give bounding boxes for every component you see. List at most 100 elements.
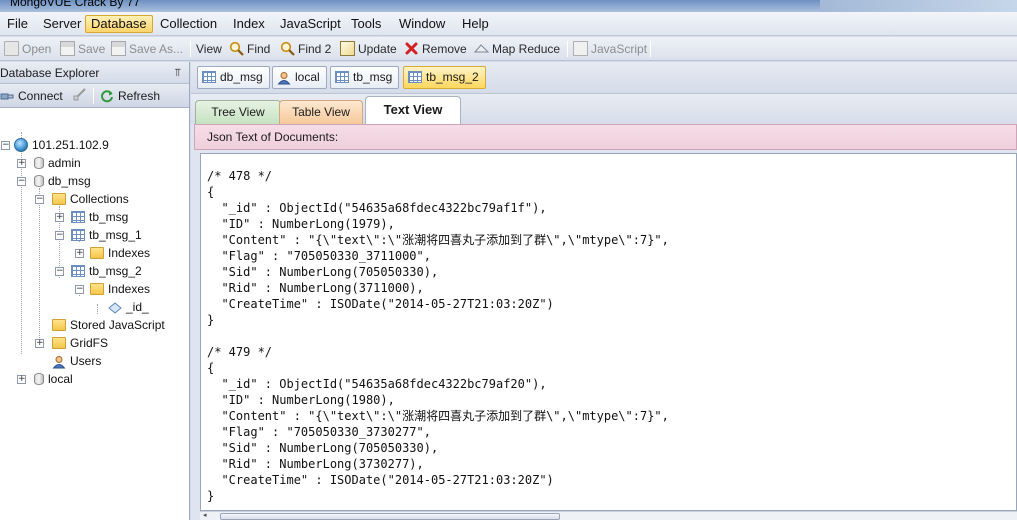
javascript-button[interactable]: JavaScript	[573, 39, 647, 59]
menu-bar: File Server Database Collection Index Ja…	[0, 12, 1017, 36]
code-line: "_id" : ObjectId("54635a68fdec4322bc79af…	[207, 377, 547, 391]
menu-help[interactable]: Help	[457, 15, 494, 33]
code-line: "ID" : NumberLong(1980),	[207, 393, 395, 407]
refresh-button[interactable]: Refresh	[100, 87, 160, 105]
database-icon	[34, 372, 44, 385]
server-globe-icon	[14, 137, 28, 152]
menu-file[interactable]: File	[2, 15, 33, 33]
tree-indexes-tb_msg_1[interactable]: Indexes	[90, 244, 150, 262]
save-as-icon	[111, 41, 126, 57]
tab-tb_msg[interactable]: tb_msg	[330, 66, 400, 89]
tree-line	[39, 188, 40, 348]
scrollbar-thumb[interactable]	[220, 513, 560, 520]
tree-db-local[interactable]: local	[34, 370, 73, 388]
expand-toggle[interactable]: −	[55, 231, 64, 240]
connect-button[interactable]: Connect	[0, 87, 63, 105]
code-line: "CreateTime" : ISODate("2014-05-27T21:03…	[207, 473, 554, 487]
expand-toggle[interactable]: +	[75, 249, 84, 258]
code-line: {	[207, 185, 215, 199]
remove-button[interactable]: Remove	[404, 39, 467, 59]
pin-icon[interactable]: ⫪	[175, 62, 181, 84]
collection-grid-icon	[71, 210, 85, 223]
tab-text-view[interactable]: Text View	[365, 96, 461, 124]
tree-stored-javascript[interactable]: Stored JavaScript	[52, 316, 165, 334]
map-reduce-icon	[473, 41, 490, 56]
save-button[interactable]: Save	[60, 39, 105, 59]
find2-button[interactable]: Find 2	[280, 39, 331, 59]
menu-javascript[interactable]: JavaScript	[275, 15, 346, 33]
expand-toggle[interactable]: +	[17, 375, 26, 384]
horizontal-scrollbar[interactable]: ◂	[200, 511, 1017, 520]
expand-toggle[interactable]: −	[17, 177, 26, 186]
magnifier-icon	[280, 41, 295, 57]
find-button[interactable]: Find	[229, 39, 270, 59]
explorer-tree: − 101.251.102.9 + admin − db_msg − Colle…	[0, 108, 189, 518]
menu-database[interactable]: Database	[85, 15, 153, 33]
edit-document-icon	[340, 41, 355, 57]
open-button[interactable]: Open	[4, 39, 51, 59]
menu-window[interactable]: Window	[394, 15, 450, 33]
menu-collection[interactable]: Collection	[155, 15, 222, 33]
view-tabs: Tree View Table View Text View	[191, 94, 1017, 124]
tree-users[interactable]: Users	[52, 352, 101, 370]
tree-server[interactable]: 101.251.102.9	[14, 136, 109, 154]
folder-icon	[52, 192, 66, 205]
tree-collection-tb_msg[interactable]: tb_msg	[71, 208, 128, 226]
menu-server[interactable]: Server	[38, 15, 86, 33]
expand-toggle[interactable]: +	[55, 213, 64, 222]
update-button[interactable]: Update	[340, 39, 397, 59]
toolbar-separator	[190, 41, 191, 57]
expand-toggle[interactable]: −	[55, 267, 64, 276]
folder-icon	[90, 246, 104, 259]
script-icon	[573, 41, 588, 57]
title-bar-right	[820, 0, 1017, 12]
tree-db-db_msg[interactable]: db_msg	[34, 172, 91, 190]
folder-icon	[90, 282, 104, 295]
tab-tree-view[interactable]: Tree View	[195, 100, 281, 124]
folder-icon	[52, 318, 66, 331]
tree-indexes-tb_msg_2[interactable]: Indexes	[90, 280, 150, 298]
database-icon	[34, 174, 44, 187]
explorer-header: Database Explorer ⫪	[0, 62, 189, 84]
user-icon	[52, 355, 66, 369]
database-grid-icon	[202, 70, 216, 83]
code-line: {	[207, 361, 215, 375]
tab-table-view[interactable]: Table View	[279, 100, 363, 124]
code-line: "Content" : "{\"text\":\"涨潮将四喜丸子添加到了群\",…	[207, 233, 669, 247]
code-line: "Sid" : NumberLong(705050330),	[207, 265, 439, 279]
code-line: "Sid" : NumberLong(705050330),	[207, 441, 439, 455]
menu-tools[interactable]: Tools	[346, 15, 386, 33]
json-text-editor[interactable]: /* 478 */ { "_id" : ObjectId("54635a68fd…	[200, 153, 1017, 511]
user-icon	[277, 71, 291, 85]
collection-grid-icon	[408, 70, 422, 83]
map-reduce-button[interactable]: Map Reduce	[473, 39, 560, 59]
refresh-icon	[100, 89, 114, 103]
view-button[interactable]: View	[196, 39, 222, 59]
window-title: MongoVUE Crack By 77	[10, 0, 141, 9]
index-key-icon	[108, 301, 122, 314]
code-line: "Rid" : NumberLong(3730277),	[207, 457, 424, 471]
expand-toggle[interactable]: −	[75, 285, 84, 294]
tree-collection-tb_msg_1[interactable]: tb_msg_1	[71, 226, 142, 244]
disconnect-icon[interactable]	[73, 87, 87, 105]
tree-collection-tb_msg_2[interactable]: tb_msg_2	[71, 262, 142, 280]
tab-tb_msg_2[interactable]: tb_msg_2	[403, 66, 486, 89]
folder-icon	[52, 336, 66, 349]
menu-index[interactable]: Index	[228, 15, 270, 33]
open-folder-icon	[4, 41, 19, 57]
tab-local[interactable]: local	[272, 66, 327, 89]
scroll-left-arrow-icon[interactable]: ◂	[203, 512, 207, 520]
tree-db-admin[interactable]: admin	[34, 154, 81, 172]
tree-index-_id_[interactable]: _id_	[108, 298, 149, 316]
code-line: "Flag" : "705050330_3711000",	[207, 249, 431, 263]
tree-collections[interactable]: Collections	[52, 190, 129, 208]
tab-db_msg[interactable]: db_msg	[197, 66, 270, 89]
save-as-button[interactable]: Save As...	[111, 39, 183, 59]
collection-grid-icon	[71, 264, 85, 277]
expand-toggle[interactable]: −	[35, 195, 44, 204]
expand-toggle[interactable]: +	[17, 159, 26, 168]
tree-gridfs[interactable]: GridFS	[52, 334, 108, 352]
expand-toggle[interactable]: +	[35, 339, 44, 348]
explorer-separator	[93, 88, 94, 104]
expand-toggle[interactable]: −	[1, 141, 10, 150]
